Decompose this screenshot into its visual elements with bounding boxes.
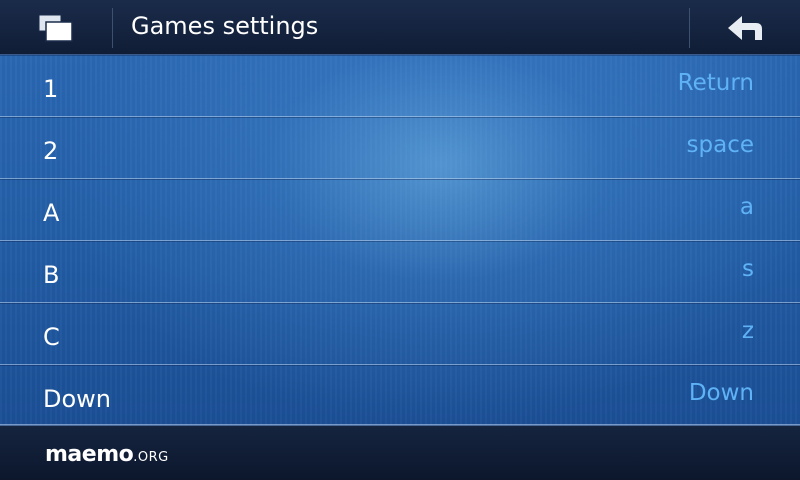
settings-row-c[interactable]: C z <box>0 303 800 365</box>
title-bar: Games settings <box>0 0 800 55</box>
page-title: Games settings <box>131 12 319 40</box>
footer-bar: maemo.ORG <box>0 425 800 480</box>
settings-row-1[interactable]: 1 Return <box>0 55 800 117</box>
setting-label: Down <box>43 385 112 413</box>
setting-label: B <box>43 261 60 289</box>
brand-main: maemo <box>45 442 134 467</box>
setting-value: z <box>741 318 754 344</box>
settings-row-a[interactable]: A a <box>0 179 800 241</box>
back-arrow-icon <box>728 16 762 40</box>
settings-list: 1 Return 2 space A a B s C z Down Down <box>0 55 800 425</box>
setting-value: space <box>686 132 754 158</box>
maemo-logo: maemo.ORG <box>45 442 169 467</box>
settings-row-2[interactable]: 2 space <box>0 117 800 179</box>
title-separator-left <box>112 8 113 48</box>
title-separator-right <box>689 8 690 48</box>
setting-label: 1 <box>43 75 59 103</box>
settings-row-down[interactable]: Down Down <box>0 365 800 425</box>
setting-value: Return <box>677 70 754 96</box>
task-switcher-button[interactable] <box>36 12 76 44</box>
setting-value: Down <box>688 380 754 406</box>
app-window: Games settings 1 Return 2 space A a B s … <box>0 0 800 480</box>
setting-value: a <box>739 194 754 220</box>
setting-label: 2 <box>43 137 59 165</box>
task-switcher-icon <box>38 14 73 42</box>
brand-suffix: .ORG <box>133 450 169 465</box>
back-button[interactable] <box>712 10 776 46</box>
setting-label: C <box>43 323 60 351</box>
setting-value: s <box>742 256 754 282</box>
settings-row-b[interactable]: B s <box>0 241 800 303</box>
setting-label: A <box>43 199 60 227</box>
